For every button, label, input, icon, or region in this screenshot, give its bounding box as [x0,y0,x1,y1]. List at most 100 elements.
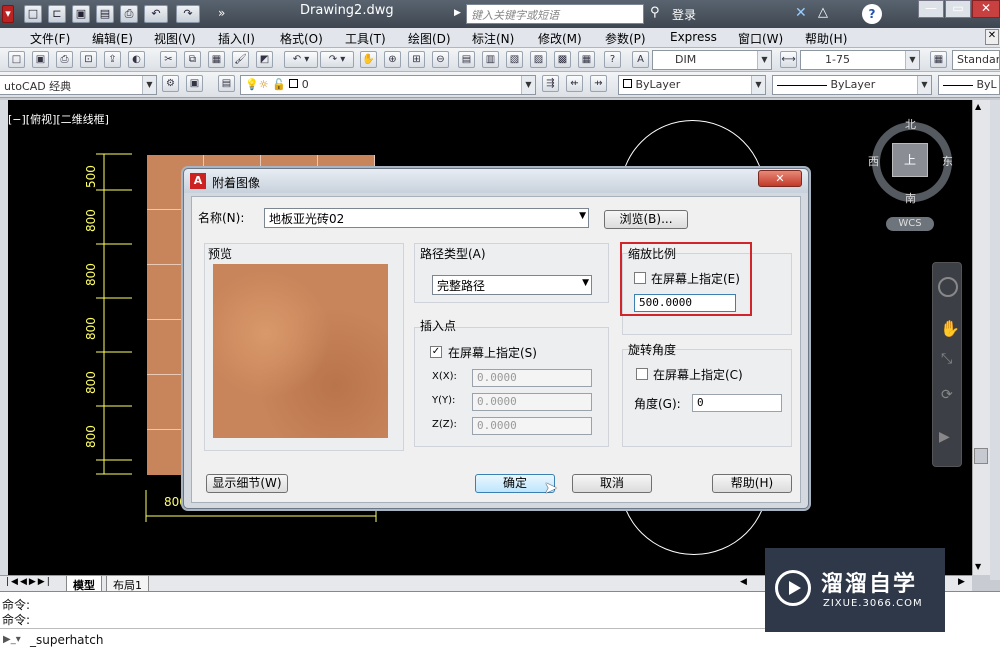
scale-onscreen-checkbox[interactable] [634,272,646,284]
dialog-close-button[interactable]: ✕ [758,170,802,187]
menu-view[interactable]: 视图(V) [154,30,196,47]
ok-button[interactable]: 确定 [475,474,555,493]
minimize-button[interactable]: — [918,0,944,18]
viewcube-face[interactable]: 上 [892,143,928,177]
pan-icon[interactable]: ✋ [360,51,377,68]
viewcube-east[interactable]: 东 [942,153,953,169]
new-icon[interactable]: □ [24,5,42,23]
scale-select[interactable]: 1-75 ▼ [800,50,920,70]
menu-express[interactable]: Express [670,30,717,44]
layer-properties-icon[interactable]: ▤ [218,75,235,92]
paste-icon[interactable]: ▦ [208,51,225,68]
plot-icon[interactable]: ⎙ [56,51,73,68]
publish-icon[interactable]: ⇪ [104,51,121,68]
search-input[interactable]: 键入关键字或短语 [466,4,644,24]
save-icon[interactable]: ▣ [72,5,90,23]
menu-parametric[interactable]: 参数(P) [605,30,646,47]
command-input[interactable]: _superhatch [30,633,103,647]
hscroll-left-icon[interactable]: ◀ [740,577,747,587]
tab-nav-icons[interactable]: |◀◀▶▶| [6,577,52,587]
menu-dimension[interactable]: 标注(N) [472,30,514,47]
layer-previous-icon[interactable]: ⇷ [566,75,583,92]
qsave-icon[interactable]: ▣ [32,51,49,68]
layer-select[interactable]: 💡☼ 🔓 0 ▼ [240,75,536,95]
angle-input[interactable]: 0 [692,394,782,412]
saveas-icon[interactable]: ▤ [96,5,114,23]
markup-icon[interactable]: ▩ [554,51,571,68]
cancel-button[interactable]: 取消 [572,474,652,493]
scroll-down-icon[interactable]: ▼ [975,562,981,571]
help-button[interactable]: ? [862,4,882,24]
copy-icon[interactable]: ⧉ [184,51,201,68]
menu-help[interactable]: 帮助(H) [805,30,847,47]
viewcube-north[interactable]: 北 [905,116,916,132]
menu-tools[interactable]: 工具(T) [345,30,386,47]
make-current-icon[interactable]: ⇶ [542,75,559,92]
cut-icon[interactable]: ✂ [160,51,177,68]
viewport-controls[interactable]: [−][俯视][二维线框] [8,111,109,127]
steeringwheel-icon[interactable] [938,277,958,297]
menu-format[interactable]: 格式(O) [280,30,323,47]
color-select[interactable]: ByLayer ▼ [618,75,766,95]
more-icon[interactable]: » [218,6,225,20]
orbit-nav-icon[interactable]: ⟳ [941,387,953,403]
zoom-previous-icon[interactable]: ⊖ [432,51,449,68]
hscroll-right-icon[interactable]: ▶ [958,577,965,587]
dimstyle-select[interactable]: DIM ▼ [652,50,772,70]
dimstyle-icon[interactable]: ⟷ [780,51,797,68]
matchprop-icon[interactable]: 🖌 [232,51,249,68]
linetype-select[interactable]: ByLayer ▼ [772,75,932,95]
qnew-icon[interactable]: □ [8,51,25,68]
undo-toolbar-icon[interactable]: ↶ ▾ [284,51,318,68]
menu-window[interactable]: 窗口(W) [738,30,783,47]
menu-file[interactable]: 文件(F) [30,30,70,47]
layer-state-icon[interactable]: ⇸ [590,75,607,92]
browse-button[interactable]: 浏览(B)... [604,210,688,229]
help-button-dialog[interactable]: 帮助(H) [712,474,792,493]
scroll-thumb[interactable] [974,448,988,464]
show-details-button[interactable]: 显示细节(W) [206,474,288,493]
vertical-scrollbar[interactable]: ▲ ▼ [972,100,990,575]
close-button[interactable]: ✕ [972,0,1000,18]
rotation-onscreen-checkbox[interactable] [636,368,648,380]
workspace-settings-icon[interactable]: ⚙ [162,75,179,92]
search-expand-icon[interactable]: ▶ [454,8,461,18]
tablestyle-icon[interactable]: ▦ [930,51,947,68]
command-prompt-icon[interactable]: ▶_▾ [3,634,21,645]
pan-nav-icon[interactable]: ✋ [940,319,960,338]
dialog-titlebar[interactable]: A 附着图像 ✕ [184,169,808,193]
tab-layout1[interactable]: 布局1 [106,576,149,592]
wcs-menu[interactable]: WCS [886,217,934,231]
3ddwf-icon[interactable]: ◐ [128,51,145,68]
zoom-realtime-icon[interactable]: ⊕ [384,51,401,68]
textstyle-icon[interactable]: A [632,51,649,68]
calculator-icon[interactable]: ▦ [578,51,595,68]
menu-modify[interactable]: 修改(M) [538,30,582,47]
z-input[interactable]: 0.0000 [472,417,592,435]
workspace-select[interactable]: utoCAD 经典 ▼ [0,75,157,95]
print-icon[interactable]: ⎙ [120,5,138,23]
app-menu-button[interactable]: ▾ [2,5,14,23]
exchange-icon[interactable]: ✕ [795,5,807,21]
menu-draw[interactable]: 绘图(D) [408,30,451,47]
zoom-nav-icon[interactable]: ⤡ [941,351,952,367]
scroll-up-icon[interactable]: ▲ [975,102,981,111]
tab-model[interactable]: 模型 [66,576,102,592]
sheetset-icon[interactable]: ▨ [530,51,547,68]
path-type-select[interactable]: 完整路径 ▼ [432,275,592,295]
insert-onscreen-checkbox[interactable]: ✓ [430,346,442,358]
toolpalettes-icon[interactable]: ▧ [506,51,523,68]
login-link[interactable]: 登录 [672,6,696,23]
open-icon[interactable]: ⊏ [48,5,66,23]
help-toolbar-icon[interactable]: ? [604,51,621,68]
autodesk-icon[interactable]: △ [818,5,828,20]
menu-insert[interactable]: 插入(I) [218,30,255,47]
zoom-window-icon[interactable]: ⊞ [408,51,425,68]
redo-toolbar-icon[interactable]: ↷ ▾ [320,51,354,68]
designcenter-icon[interactable]: ▥ [482,51,499,68]
y-input[interactable]: 0.0000 [472,393,592,411]
x-input[interactable]: 0.0000 [472,369,592,387]
viewcube-west[interactable]: 西 [868,153,879,169]
properties-icon[interactable]: ▤ [458,51,475,68]
lineweight-select[interactable]: ByL [938,75,1000,95]
